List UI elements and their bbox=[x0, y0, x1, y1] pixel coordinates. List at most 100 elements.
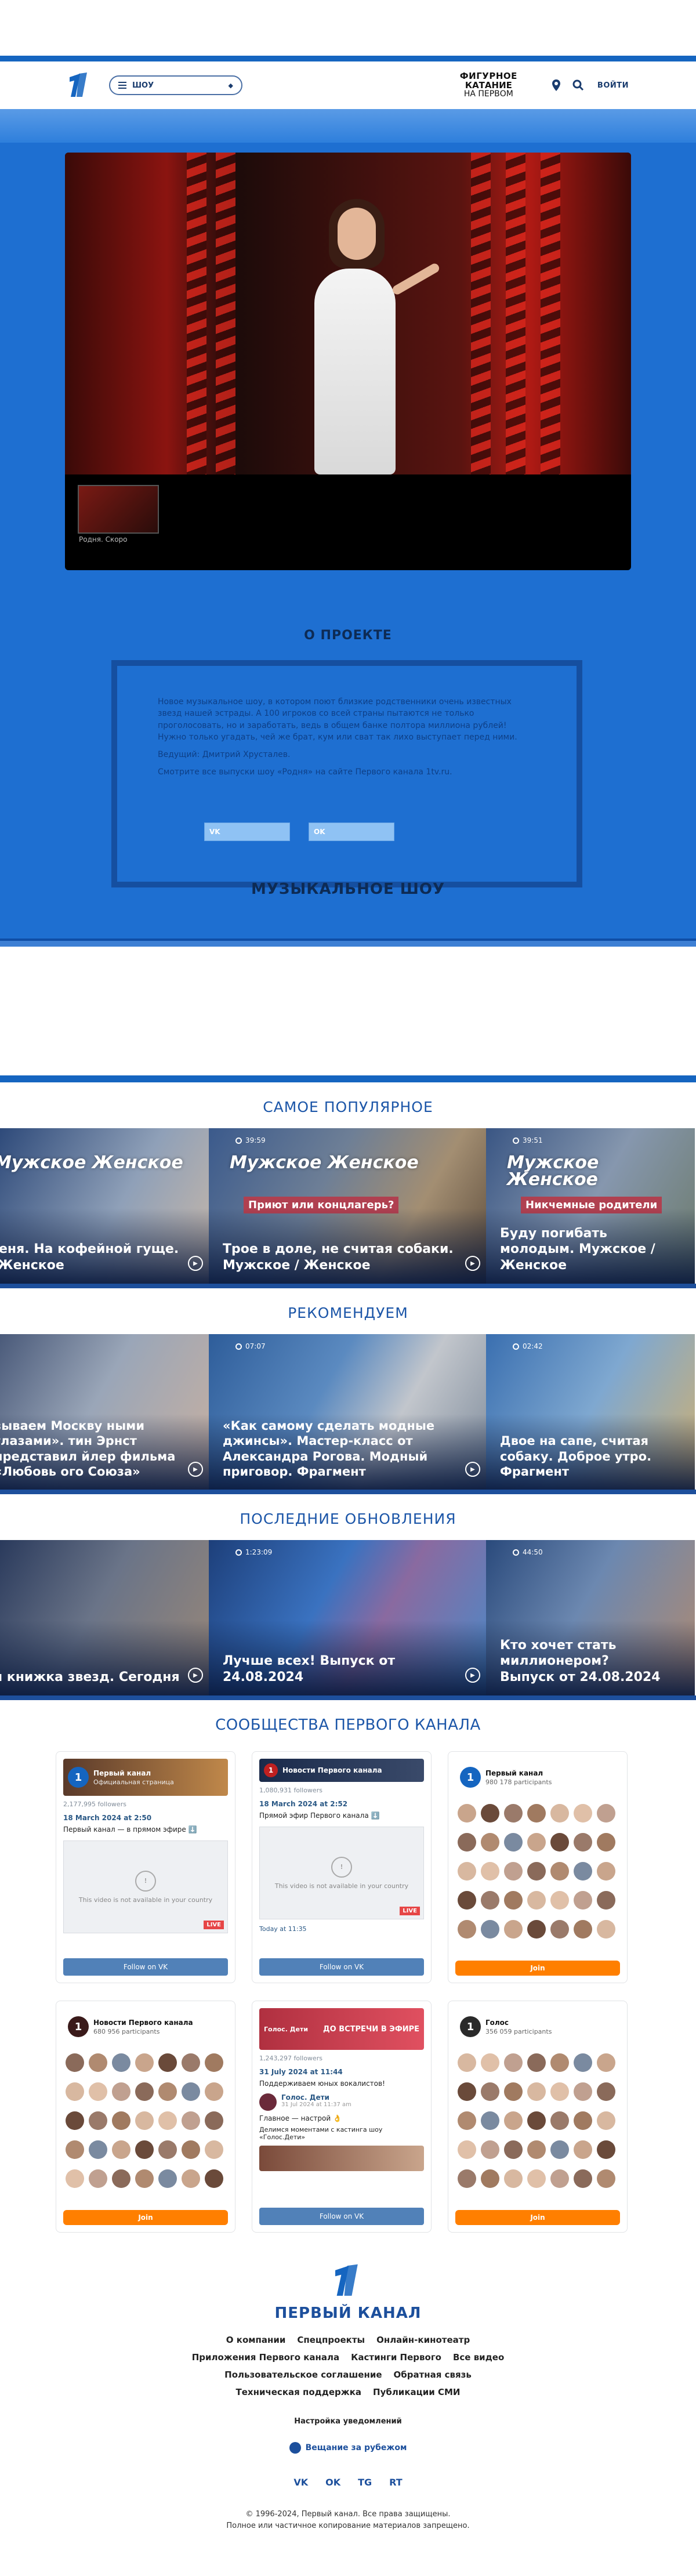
member-avatar[interactable] bbox=[135, 2111, 154, 2130]
member-avatar[interactable] bbox=[205, 2053, 223, 2072]
member-avatar[interactable] bbox=[89, 2111, 107, 2130]
channel-logo[interactable] bbox=[67, 71, 92, 99]
member-avatar[interactable] bbox=[458, 2082, 476, 2101]
member-avatar[interactable] bbox=[158, 2169, 177, 2188]
video-card[interactable]: 39:59 Мужское Женское Приют или концлаге… bbox=[209, 1128, 486, 1284]
member-avatar[interactable] bbox=[527, 2082, 546, 2101]
member-avatar[interactable] bbox=[481, 2140, 499, 2159]
footer-link[interactable]: Обратная связь bbox=[394, 2370, 472, 2380]
member-avatar[interactable] bbox=[527, 1804, 546, 1823]
member-avatar[interactable] bbox=[597, 1804, 615, 1823]
member-avatar[interactable] bbox=[504, 2169, 523, 2188]
member-avatar[interactable] bbox=[66, 2169, 84, 2188]
video-card[interactable]: 39:51 Мужское Женское Никчемные родители… bbox=[486, 1128, 695, 1284]
member-avatar[interactable] bbox=[458, 1920, 476, 1939]
member-avatar[interactable] bbox=[527, 2169, 546, 2188]
member-avatar[interactable] bbox=[481, 1920, 499, 1939]
member-avatar[interactable] bbox=[158, 2111, 177, 2130]
member-avatar[interactable] bbox=[135, 2082, 154, 2101]
member-avatar[interactable] bbox=[458, 1891, 476, 1910]
project-select[interactable]: ШОУ ◆ bbox=[109, 75, 242, 95]
notification-settings-link[interactable]: Настройка уведомлений bbox=[0, 2417, 696, 2426]
member-avatar[interactable] bbox=[550, 2082, 569, 2101]
widget-header[interactable]: 1 Голос 356 059 participants bbox=[455, 2008, 620, 2045]
video-card[interactable]: зываем Москву ными глазами». тин Эрнст п… bbox=[0, 1334, 209, 1490]
follow-vk-button[interactable]: Follow on VK bbox=[259, 1958, 424, 1976]
member-avatar[interactable] bbox=[66, 2140, 84, 2159]
member-avatar[interactable] bbox=[597, 2053, 615, 2072]
member-avatar[interactable] bbox=[597, 1891, 615, 1910]
member-avatar[interactable] bbox=[112, 2053, 130, 2072]
member-avatar[interactable] bbox=[550, 1891, 569, 1910]
footer-link[interactable]: Пользовательское соглашение bbox=[224, 2370, 382, 2380]
member-avatar[interactable] bbox=[89, 2082, 107, 2101]
member-avatar[interactable] bbox=[574, 1804, 592, 1823]
play-icon[interactable]: ▶ bbox=[465, 1462, 480, 1477]
video-thumbnail[interactable] bbox=[78, 485, 159, 534]
member-avatar[interactable] bbox=[112, 2169, 130, 2188]
ok-icon[interactable]: OK bbox=[325, 2477, 340, 2488]
member-avatar[interactable] bbox=[527, 1833, 546, 1852]
member-avatar[interactable] bbox=[458, 2111, 476, 2130]
footer-link[interactable]: Кастинги Первого bbox=[351, 2352, 441, 2363]
telegram-icon[interactable]: TG bbox=[358, 2477, 372, 2488]
member-avatar[interactable] bbox=[458, 2053, 476, 2072]
video-card[interactable]: 1:23:09 Лучше всех! Выпуск от 24.08.2024… bbox=[209, 1540, 486, 1695]
play-icon[interactable]: ▶ bbox=[188, 1462, 203, 1477]
widget-header[interactable]: Голос. Дети ДО ВСТРЕЧИ В ЭФИРЕ bbox=[259, 2008, 424, 2050]
member-avatar[interactable] bbox=[527, 1920, 546, 1939]
join-button[interactable]: Join bbox=[455, 1961, 620, 1976]
member-avatar[interactable] bbox=[597, 2111, 615, 2130]
widget-header[interactable]: 1 Первый канал 980 178 participants bbox=[455, 1759, 620, 1796]
play-icon[interactable]: ▶ bbox=[465, 1668, 480, 1683]
member-avatar[interactable] bbox=[481, 1804, 499, 1823]
footer-link[interactable]: Онлайн-кинотеатр bbox=[376, 2335, 470, 2345]
member-avatar[interactable] bbox=[574, 1891, 592, 1910]
member-avatar[interactable] bbox=[597, 1833, 615, 1852]
member-avatar[interactable] bbox=[527, 2053, 546, 2072]
member-avatar[interactable] bbox=[504, 2053, 523, 2072]
video-card[interactable]: 07:07 «Как самому сделать модные джинсы»… bbox=[209, 1334, 486, 1490]
member-avatar[interactable] bbox=[481, 1862, 499, 1881]
video-card[interactable]: я книжка звезд. Сегодня ▶ bbox=[0, 1540, 209, 1695]
member-avatar[interactable] bbox=[504, 2082, 523, 2101]
play-icon[interactable]: ▶ bbox=[188, 1668, 203, 1683]
member-avatar[interactable] bbox=[550, 2053, 569, 2072]
member-avatar[interactable] bbox=[158, 2140, 177, 2159]
footer-link[interactable]: Все видео bbox=[453, 2352, 504, 2363]
member-avatar[interactable] bbox=[504, 2140, 523, 2159]
footer-link[interactable]: Публикации СМИ bbox=[373, 2387, 460, 2397]
member-avatar[interactable] bbox=[458, 2169, 476, 2188]
member-avatar[interactable] bbox=[574, 1920, 592, 1939]
member-avatar[interactable] bbox=[550, 1920, 569, 1939]
member-avatar[interactable] bbox=[504, 1920, 523, 1939]
member-avatar[interactable] bbox=[481, 2169, 499, 2188]
location-pin-icon[interactable] bbox=[550, 79, 563, 92]
member-avatar[interactable] bbox=[550, 2169, 569, 2188]
footer-link[interactable]: Приложения Первого канала bbox=[192, 2352, 339, 2363]
member-avatar[interactable] bbox=[504, 2111, 523, 2130]
member-avatar[interactable] bbox=[458, 2140, 476, 2159]
footer-channel-logo[interactable] bbox=[331, 2263, 365, 2299]
member-avatar[interactable] bbox=[458, 1804, 476, 1823]
rutube-icon[interactable]: RT bbox=[389, 2477, 403, 2488]
play-icon[interactable]: ▶ bbox=[465, 1256, 480, 1271]
member-avatar[interactable] bbox=[504, 1891, 523, 1910]
widget-header[interactable]: 1 Новости Первого канала 680 956 partici… bbox=[63, 2008, 228, 2045]
member-avatar[interactable] bbox=[527, 2111, 546, 2130]
member-avatar[interactable] bbox=[481, 1833, 499, 1852]
member-avatar[interactable] bbox=[182, 2111, 200, 2130]
member-avatar[interactable] bbox=[205, 2140, 223, 2159]
member-avatar[interactable] bbox=[504, 1833, 523, 1852]
member-avatar[interactable] bbox=[158, 2082, 177, 2101]
member-avatar[interactable] bbox=[597, 1862, 615, 1881]
member-avatar[interactable] bbox=[504, 1804, 523, 1823]
widget-header[interactable]: 1 Первый канал Официальная страница bbox=[63, 1759, 228, 1796]
member-avatar[interactable] bbox=[66, 2111, 84, 2130]
member-avatar[interactable] bbox=[527, 1862, 546, 1881]
member-avatar[interactable] bbox=[550, 2111, 569, 2130]
member-avatar[interactable] bbox=[182, 2053, 200, 2072]
member-avatar[interactable] bbox=[205, 2082, 223, 2101]
member-avatar[interactable] bbox=[527, 2140, 546, 2159]
member-avatar[interactable] bbox=[112, 2082, 130, 2101]
